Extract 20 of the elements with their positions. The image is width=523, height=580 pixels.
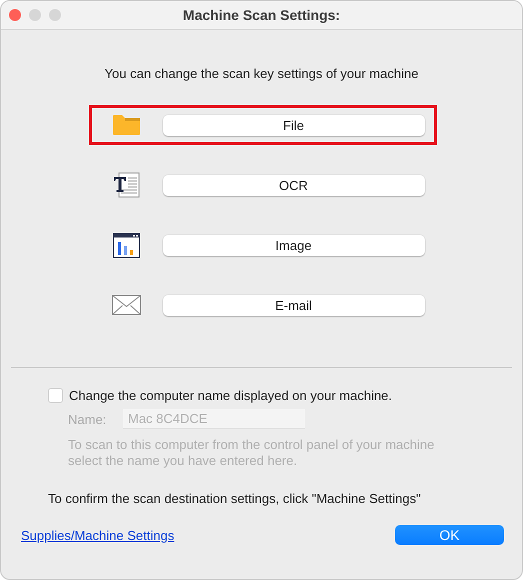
folder-icon	[112, 114, 141, 136]
name-label: Name:	[68, 412, 108, 426]
help-text: To scan to this computer from the control panel of your machine select the name you have entered here.	[68, 437, 436, 469]
window-title: Machine Scan Settings:	[182, 7, 340, 23]
checkbox-label: Change the computer name displayed on your machine.	[69, 388, 392, 403]
scan-key-button[interactable]: Image	[162, 234, 424, 256]
intro-text: You can change the scan key settings of your machine	[104, 66, 420, 81]
ok-button[interactable]: OK	[395, 525, 504, 545]
scan-key-button[interactable]: OCR	[162, 174, 424, 196]
confirm-text: To confirm the scan destination settings, click "Machine Settings"	[48, 491, 422, 506]
chart-window-icon	[113, 232, 140, 258]
envelope-icon	[112, 295, 141, 315]
settings-link[interactable]: Supplies/Machine Settings	[21, 528, 174, 542]
zoom-button[interactable]	[49, 9, 61, 21]
minimize-button[interactable]	[29, 9, 41, 21]
text-document-icon	[113, 172, 140, 198]
close-button[interactable]	[9, 9, 21, 21]
scan-key-button[interactable]: E-mail	[162, 294, 424, 316]
scan-key-button[interactable]: File	[162, 114, 424, 136]
checkbox[interactable]	[48, 388, 63, 403]
